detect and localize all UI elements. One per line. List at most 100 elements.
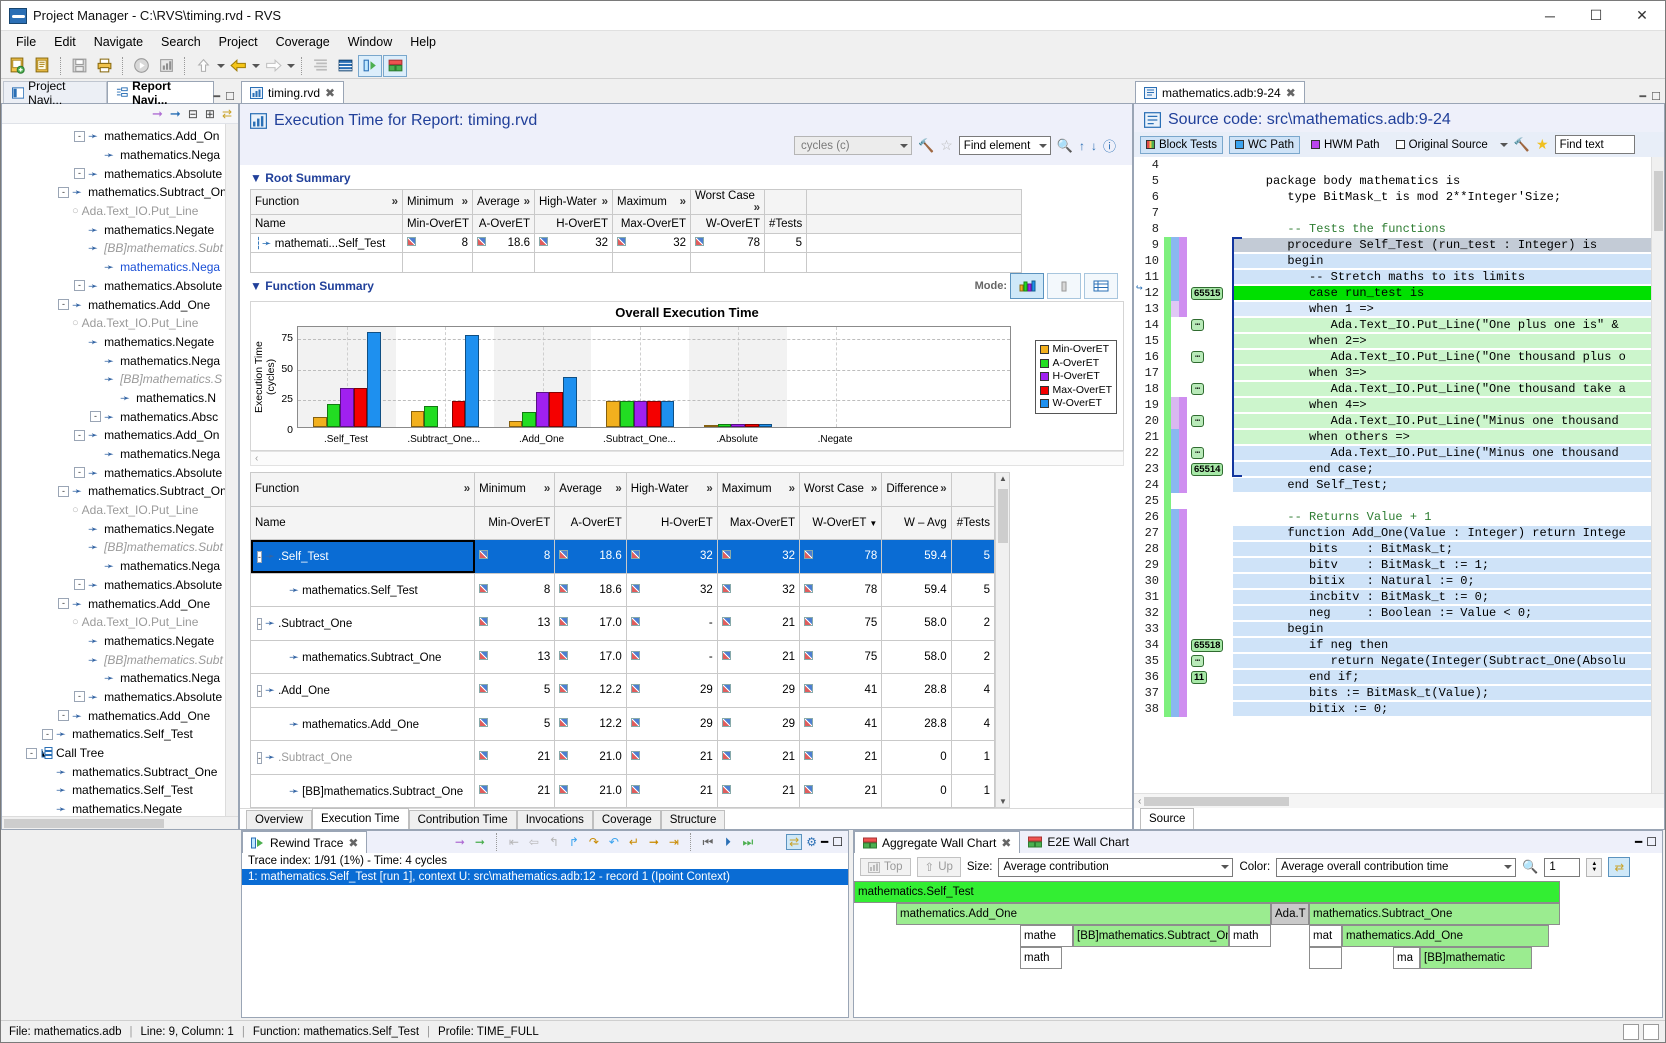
- chart-legend-item[interactable]: Max-OverET: [1040, 384, 1112, 398]
- forward-dropdown-icon[interactable]: [287, 63, 295, 68]
- table-row[interactable]: - ➛ .Self_Test 8 18.6 32 32 78 59.4 5: [249, 539, 996, 574]
- code-line[interactable]: 32 neg : Boolean := Value < 0;: [1134, 605, 1664, 621]
- column-group-header[interactable]: Difference»: [881, 472, 952, 507]
- minimize-view-icon[interactable]: ━: [821, 835, 828, 849]
- mode-table-button[interactable]: [1084, 273, 1118, 299]
- report-tab-structure[interactable]: Structure: [660, 810, 726, 829]
- minimize-button[interactable]: ─: [1527, 1, 1573, 31]
- column-group-header[interactable]: Minimum»: [402, 189, 473, 215]
- tree-item[interactable]: - Call Tree: [4, 744, 238, 763]
- tree-item[interactable]: ➛ mathematics.Negate: [4, 519, 238, 538]
- tree-item[interactable]: ○ Ada.Text_IO.Put_Line: [4, 501, 238, 520]
- unit-select[interactable]: cycles (c): [794, 136, 913, 155]
- tree-item[interactable]: - ➛ mathematics.Absolute: [4, 688, 238, 707]
- chart-legend-item[interactable]: W-OverET: [1040, 397, 1112, 411]
- chart-bar[interactable]: [745, 424, 759, 427]
- column-group-header[interactable]: Average»: [472, 189, 535, 215]
- tab-e2e-wall-chart[interactable]: E2E Wall Chart: [1020, 831, 1137, 853]
- menu-item-file[interactable]: File: [7, 33, 45, 51]
- wall-chart-block[interactable]: Ada.T: [1271, 903, 1309, 925]
- tree-item[interactable]: ➛ mathematics.Nega: [4, 351, 238, 370]
- chart-horizontal-scrollbar[interactable]: ‹: [250, 451, 1124, 466]
- mode-single-button[interactable]: [1047, 273, 1081, 299]
- chart-bar[interactable]: [660, 401, 675, 427]
- column-group-header[interactable]: [764, 189, 807, 215]
- trace-first-icon[interactable]: ⇤: [505, 834, 522, 851]
- code-line[interactable]: 26 -- Returns Value + 1: [1134, 509, 1664, 525]
- column-header[interactable]: W-OverET ▼: [799, 505, 883, 540]
- wall-zoom-stepper[interactable]: ▲ ▼: [1586, 857, 1603, 877]
- root-summary-section-header[interactable]: ▼ Root Summary: [240, 165, 1132, 189]
- wall-chart-block[interactable]: mathe: [1020, 925, 1073, 947]
- code-line[interactable]: 6 type BitMask_t is mod 2**Integer'Size;: [1134, 189, 1664, 205]
- wall-size-select[interactable]: Average contribution: [998, 857, 1234, 877]
- expand-dots-chip[interactable]: ⋯: [1191, 415, 1205, 427]
- up-arrow-dropdown-icon[interactable]: [217, 63, 225, 68]
- code-line[interactable]: 20 ⋯ Ada.Text_IO.Put_Line("Minus one thou…: [1134, 413, 1664, 429]
- column-group-header[interactable]: High-Water»: [625, 472, 718, 507]
- chart-bar[interactable]: [704, 424, 718, 427]
- trace-step-into-back-icon[interactable]: ↱: [565, 834, 582, 851]
- chart-bar[interactable]: [326, 404, 341, 427]
- tree-item[interactable]: - ➛ mathematics.Add_On: [4, 426, 238, 445]
- column-group-header[interactable]: Worst Case»: [690, 189, 765, 215]
- run-analysis-icon[interactable]: [358, 54, 382, 77]
- chart-bar[interactable]: [647, 401, 661, 427]
- row-expander[interactable]: -: [257, 685, 262, 698]
- column-header[interactable]: A-OverET: [472, 214, 535, 234]
- tree-item[interactable]: - ➛ mathematics.Add_One: [4, 295, 238, 314]
- chart-bar[interactable]: [606, 401, 621, 427]
- wall-zoom-input[interactable]: 1: [1544, 857, 1581, 877]
- column-header[interactable]: H-OverET: [625, 505, 718, 540]
- minimize-view-icon[interactable]: ━: [1640, 90, 1647, 103]
- status-box-icon-1[interactable]: [1623, 1023, 1639, 1040]
- column-header[interactable]: W-OverET: [690, 214, 765, 234]
- trace-step-forward-purple-icon[interactable]: ➞: [451, 834, 468, 851]
- code-line[interactable]: 25: [1134, 493, 1664, 509]
- column-group-header[interactable]: Function»: [249, 472, 476, 507]
- wall-chart-block[interactable]: math: [1020, 947, 1062, 969]
- link-next-icon[interactable]: ➞: [170, 106, 181, 122]
- column-header[interactable]: Name: [250, 214, 403, 234]
- tree-expander[interactable]: -: [74, 467, 85, 479]
- table-view-icon[interactable]: [333, 55, 357, 77]
- tree-item[interactable]: ○ Ada.Text_IO.Put_Line: [4, 613, 238, 632]
- root-summary-table[interactable]: Function» Minimum» Average» High-Water» Maxi…: [250, 189, 1022, 273]
- filter-hwm-path[interactable]: HWM Path: [1306, 137, 1385, 153]
- cycle-count-chip[interactable]: 65515: [1191, 286, 1224, 300]
- report-tab-contribution-time[interactable]: Contribution Time: [408, 810, 517, 829]
- code-line[interactable]: 38 bitix := 0;: [1134, 701, 1664, 717]
- close-icon[interactable]: ✖: [325, 86, 335, 100]
- column-group-header[interactable]: Maximum»: [716, 472, 801, 507]
- wall-chart-block[interactable]: mat: [1309, 925, 1342, 947]
- tree-expander[interactable]: -: [74, 579, 85, 591]
- wall-color-select[interactable]: Average overall contribution time: [1276, 857, 1517, 877]
- expand-dots-chip[interactable]: ⋯: [1191, 447, 1205, 459]
- code-line[interactable]: 30 bitix : Natural := 0;: [1134, 573, 1664, 589]
- report-tab-execution-time[interactable]: Execution Time: [311, 808, 409, 829]
- code-line[interactable]: 23 65514 end case;: [1134, 461, 1664, 477]
- trace-step-return-icon[interactable]: ↶: [605, 834, 622, 851]
- chart-legend-item[interactable]: Min-OverET: [1040, 343, 1112, 357]
- column-header[interactable]: H-OverET: [534, 214, 613, 234]
- trace-continue-icon[interactable]: ⏭: [739, 834, 756, 851]
- menu-item-navigate[interactable]: Navigate: [85, 33, 152, 51]
- print-icon[interactable]: [92, 55, 116, 77]
- open-project-icon[interactable]: [30, 55, 54, 77]
- wall-chart-icon[interactable]: [383, 54, 407, 77]
- code-line[interactable]: 17 when 3=>: [1134, 365, 1664, 381]
- tree-item[interactable]: ➛ mathematics.Negate: [4, 220, 238, 239]
- tab-rewind-trace[interactable]: Rewind Trace ✖: [242, 831, 368, 853]
- tree-item[interactable]: ➛ mathematics.N: [4, 389, 238, 408]
- chart-bar[interactable]: [758, 424, 773, 427]
- column-group-header[interactable]: [950, 472, 996, 507]
- collapse-all-icon[interactable]: ⊟: [188, 107, 198, 121]
- row-expander[interactable]: -: [257, 551, 262, 564]
- tree-vertical-scrollbar[interactable]: [225, 124, 238, 816]
- code-line[interactable]: 33 begin: [1134, 621, 1664, 637]
- configure-source-icon[interactable]: 🔨: [1514, 137, 1530, 153]
- tree-expander[interactable]: -: [74, 280, 85, 292]
- wall-chart-block[interactable]: [BB]mathematic: [1420, 947, 1532, 969]
- trace-last-icon[interactable]: ⇥: [665, 834, 682, 851]
- column-header[interactable]: Name: [249, 505, 476, 540]
